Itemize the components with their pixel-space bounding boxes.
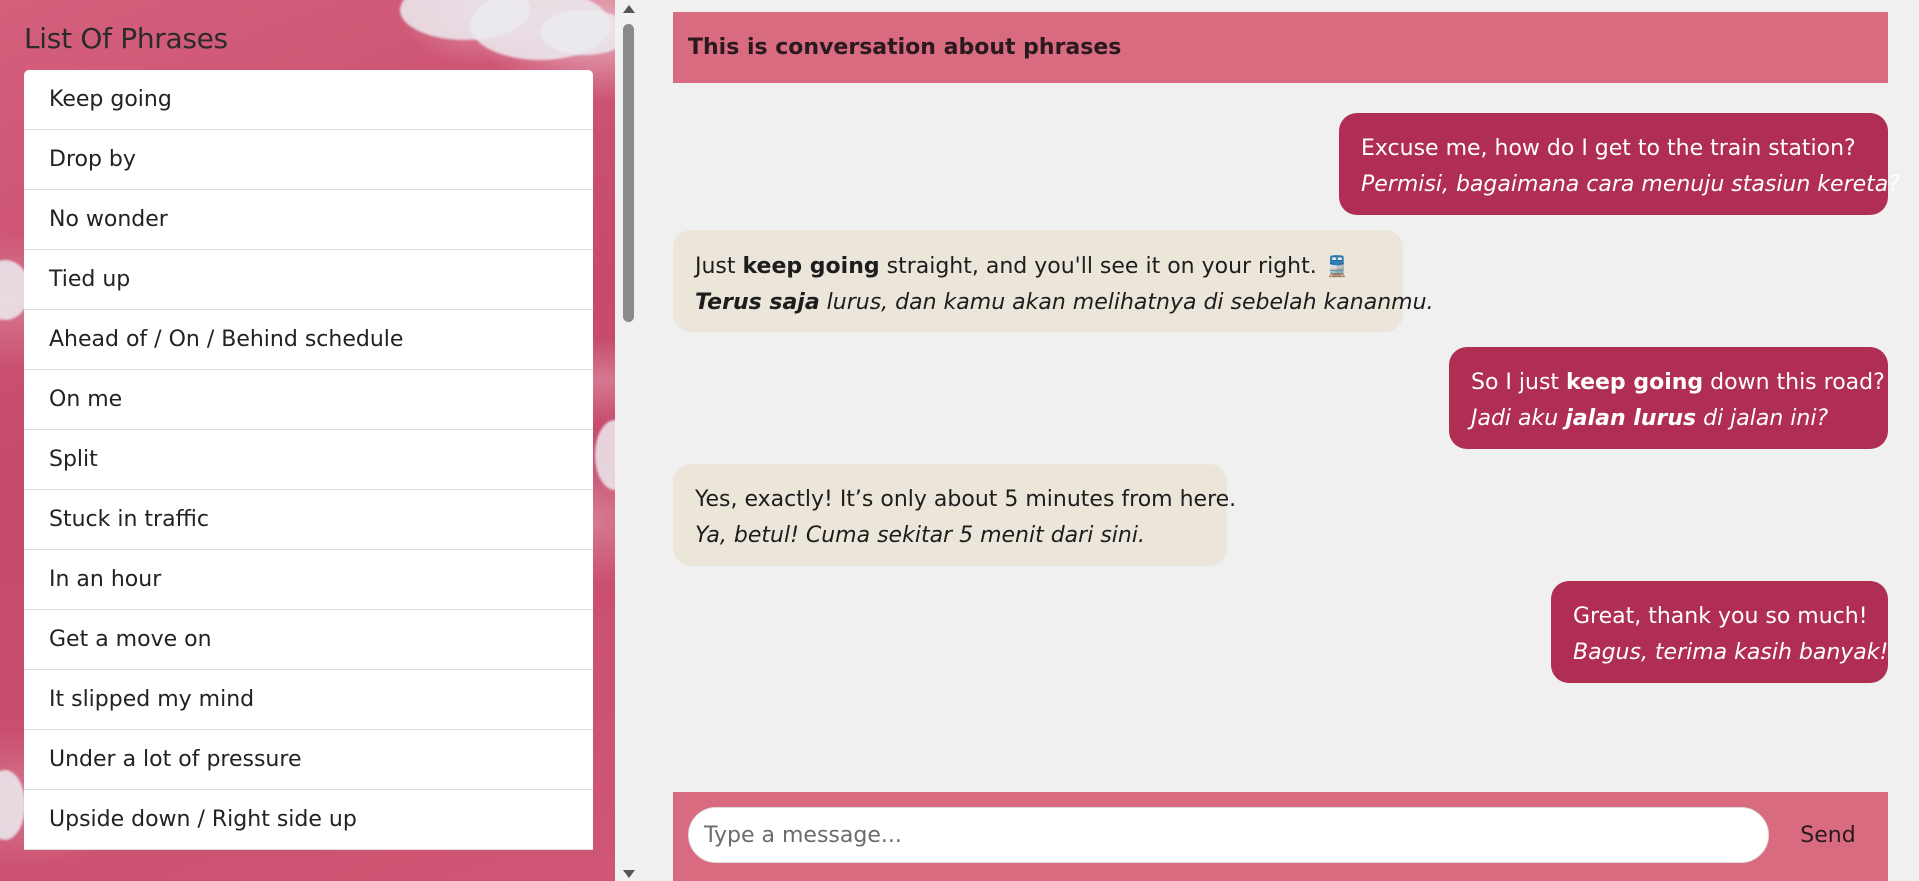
phrase-highlight: jalan lurus — [1565, 406, 1697, 431]
phrase-item[interactable]: In an hour — [24, 550, 593, 610]
message-received: Just keep going straight, and you'll see… — [673, 230, 1434, 332]
phrase-item[interactable]: On me — [24, 370, 593, 430]
message-translation: Jadi aku jalan lurus di jalan ini? — [1471, 406, 1829, 431]
message-translation: Bagus, terima kasih banyak! — [1573, 640, 1889, 665]
message-text: Yes, exactly! It’s only about 5 minutes … — [695, 487, 1237, 512]
cloud-decoration — [0, 770, 25, 840]
message-text: So I just keep going down this road? — [1471, 370, 1885, 395]
phrase-sidebar: List Of Phrases Keep going Drop by No wo… — [0, 0, 615, 881]
message-translation: Ya, betul! Cuma sekitar 5 menit dari sin… — [695, 523, 1145, 548]
phrase-item[interactable]: Drop by — [24, 130, 593, 190]
message-text: Excuse me, how do I get to the train sta… — [1361, 136, 1856, 161]
phrase-list: Keep going Drop by No wonder Tied up Ahe… — [24, 70, 593, 850]
phrase-item[interactable]: No wonder — [24, 190, 593, 250]
scroll-up-arrow-icon[interactable] — [623, 5, 635, 13]
scroll-thumb[interactable] — [623, 24, 634, 322]
message-translation: Permisi, bagaimana cara menuju stasiun k… — [1361, 172, 1900, 197]
phrase-highlight: keep going — [1566, 370, 1704, 395]
send-button[interactable]: Send — [1783, 807, 1873, 863]
message-sent: So I just keep going down this road? Jad… — [1449, 347, 1888, 449]
phrase-item[interactable]: Split — [24, 430, 593, 490]
message-received: Yes, exactly! It’s only about 5 minutes … — [673, 464, 1237, 566]
phrase-highlight: keep going — [742, 254, 880, 279]
phrase-item[interactable]: Upside down / Right side up — [24, 790, 593, 850]
message-translation: Terus saja lurus, dan kamu akan melihatn… — [695, 290, 1434, 315]
cloud-decoration — [595, 420, 615, 490]
phrase-item[interactable]: Tied up — [24, 250, 593, 310]
message-sent: Excuse me, how do I get to the train sta… — [1339, 113, 1900, 215]
train-icon: 🚆 — [1324, 254, 1350, 278]
message-input[interactable] — [688, 807, 1769, 863]
phrase-item[interactable]: It slipped my mind — [24, 670, 593, 730]
phrase-item[interactable]: Keep going — [24, 70, 593, 130]
scroll-down-arrow-icon[interactable] — [623, 870, 635, 878]
sidebar-scrollbar[interactable] — [615, 0, 642, 881]
message-text: Great, thank you so much! — [1573, 604, 1868, 629]
sidebar-title: List Of Phrases — [24, 22, 228, 55]
phrase-item[interactable]: Under a lot of pressure — [24, 730, 593, 790]
chat-header: This is conversation about phrases — [673, 12, 1888, 83]
phrase-highlight: Terus saja — [695, 290, 820, 315]
phrase-item[interactable]: Stuck in traffic — [24, 490, 593, 550]
message-text: Just keep going straight, and you'll see… — [695, 248, 1381, 285]
phrase-item[interactable]: Get a move on — [24, 610, 593, 670]
message-composer: Send — [673, 792, 1888, 881]
phrase-item[interactable]: Ahead of / On / Behind schedule — [24, 310, 593, 370]
message-sent: Great, thank you so much! Bagus, terima … — [1551, 581, 1888, 683]
